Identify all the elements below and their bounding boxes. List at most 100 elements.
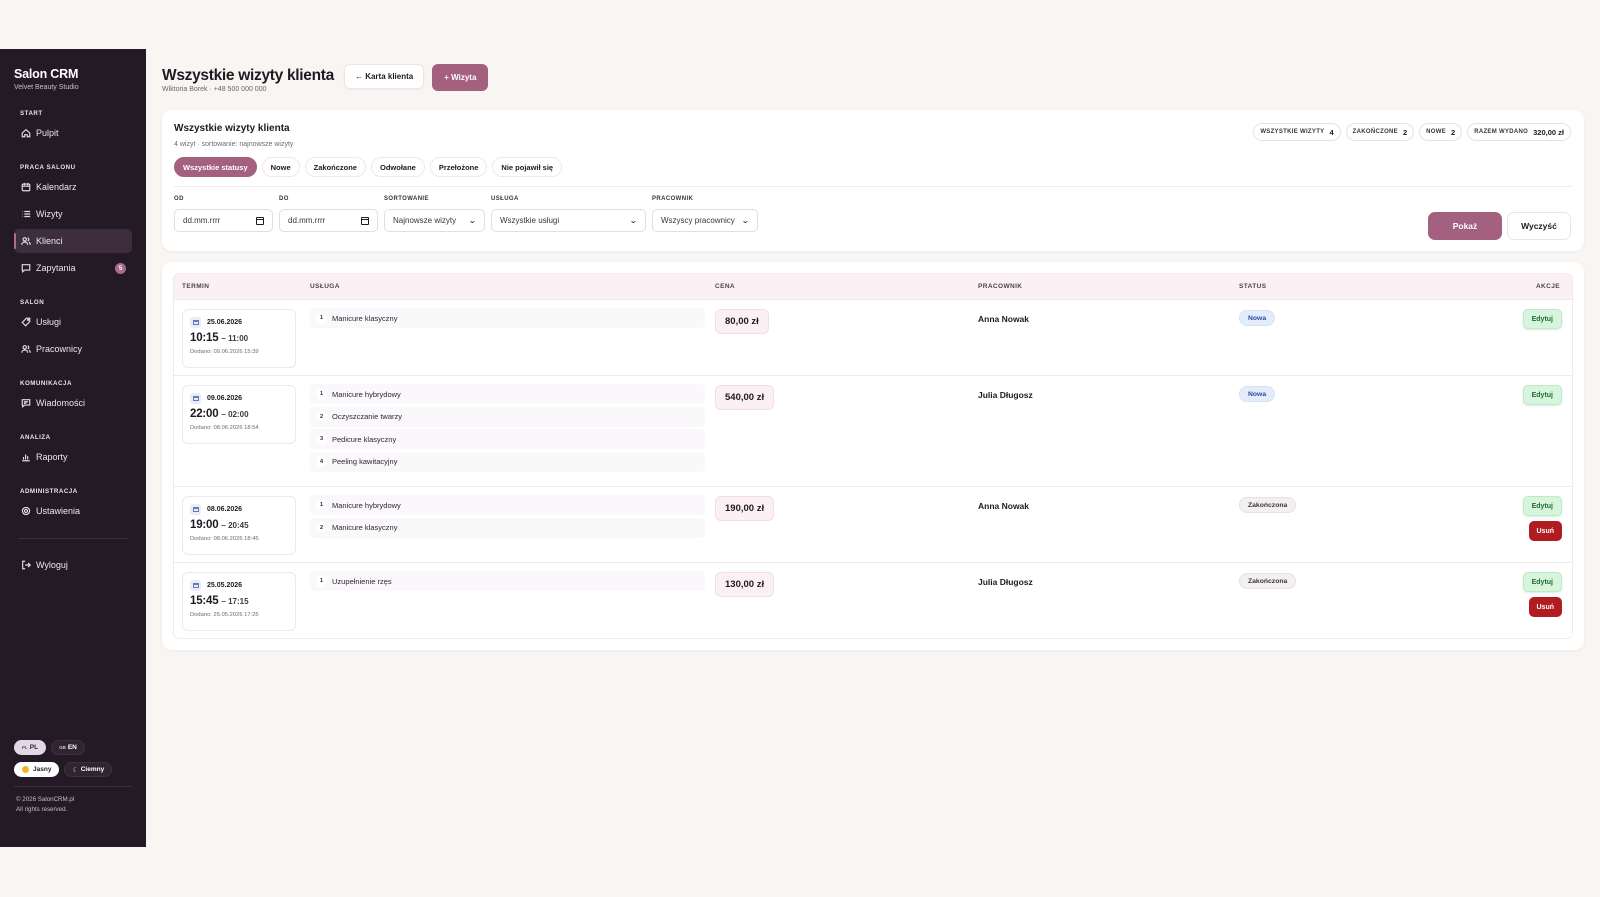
service-number: 2: [316, 411, 327, 422]
nav-section-komunikacja: KOMUNIKACJA: [20, 380, 72, 387]
visit-date: 25.06.2026: [207, 319, 243, 326]
service-item: 4 Peeling kawitacyjny: [310, 451, 705, 472]
list-icon: [20, 209, 31, 220]
sidebar-item-ustawienia[interactable]: Ustawienia: [14, 499, 132, 523]
sidebar-item-label: Klienci: [36, 236, 63, 246]
price-badge: 130,00 zł: [715, 572, 775, 597]
worker-name: Julia Długosz: [978, 390, 1033, 400]
service-number: 1: [316, 388, 327, 400]
col-status: STATUS: [1239, 283, 1267, 290]
date-to-input[interactable]: dd.mm.rrrr: [279, 209, 378, 232]
tab-all-statuses[interactable]: Wszystkie statusy: [174, 157, 257, 177]
client-info: Wiktoria Borek · +48 500 000 000: [162, 86, 267, 93]
edit-button[interactable]: Edytuj: [1522, 309, 1562, 329]
visits-table: TERMIN USŁUGA CENA PRACOWNIK STATUS AKCJ…: [173, 273, 1573, 639]
worker-select[interactable]: Wszyscy pracownicy ⌄: [652, 209, 758, 232]
service-select[interactable]: Wszystkie usługi ⌄: [491, 209, 646, 232]
brand: Salon CRM Velvet Beauty Studio: [14, 49, 132, 91]
visit-added: Dodano: 25.05.2026 17:25: [190, 612, 259, 618]
theme-dark-button[interactable]: ☾ Ciemny: [64, 762, 113, 777]
theme-light-button[interactable]: Jasny: [14, 762, 60, 777]
add-visit-button[interactable]: + Wizyta: [432, 64, 489, 91]
gear-icon: [20, 506, 31, 517]
tab-rescheduled[interactable]: Przełożone: [429, 157, 488, 177]
tab-no-show[interactable]: Nie pojawił się: [492, 157, 563, 177]
studio-name: Velvet Beauty Studio: [14, 84, 79, 91]
tab-new[interactable]: Nowe: [261, 157, 300, 177]
sidebar-item-label: Wyloguj: [36, 560, 68, 570]
edit-button[interactable]: Edytuj: [1522, 572, 1562, 592]
tag-icon: [20, 317, 31, 328]
term-card: 08.06.2026 19:00 – 20:45 Dodano: 08.06.202…: [182, 496, 296, 555]
stat-new: NOWE 2: [1419, 123, 1463, 141]
sidebar-divider: [18, 538, 128, 539]
sidebar-item-wyloguj[interactable]: Wyloguj: [14, 553, 132, 577]
stat-all-visits: WSZYSTKIE WIZYTY 4: [1253, 123, 1341, 141]
table-row: 25.05.2026 15:45 – 17:15 Dodano: 25.05.202…: [174, 562, 1572, 638]
sidebar-item-pulpit[interactable]: Pulpit: [14, 121, 132, 145]
sidebar-item-raporty[interactable]: Raporty: [14, 445, 132, 469]
visit-added: Dodano: 08.06.2026 18:45: [190, 536, 259, 542]
calendar-icon[interactable]: [361, 216, 369, 225]
chevron-down-icon: ⌄: [468, 216, 478, 225]
sidebar-item-zapytania[interactable]: Zapytania 5: [14, 256, 132, 280]
inquiries-count-badge: 5: [115, 263, 126, 274]
sidebar-item-wizyty[interactable]: Wizyty: [14, 202, 132, 226]
edit-button[interactable]: Edytuj: [1522, 385, 1562, 405]
lang-en-button[interactable]: GB EN: [51, 740, 85, 755]
sidebar-item-kalendarz[interactable]: Kalendarz: [14, 175, 132, 199]
sort-field: SORTOWANIE Najnowsze wizyty ⌄: [384, 196, 485, 232]
service-number: 2: [316, 522, 327, 533]
users-icon: [20, 236, 31, 247]
theme-light-label: Jasny: [33, 766, 52, 773]
table-row: 09.06.2026 22:00 – 02:00 Dodano: 08.06.202…: [174, 375, 1572, 486]
date-to-label: DO: [279, 196, 289, 202]
sort-select[interactable]: Najnowsze wizyty ⌄: [384, 209, 485, 232]
page-title: Wszystkie wizyty klienta: [162, 67, 334, 84]
col-usluga: USŁUGA: [310, 283, 340, 290]
stats-row: WSZYSTKIE WIZYTY 4 ZAKOŃCZONE 2 NOWE 2 RAZE…: [1253, 123, 1571, 141]
service-item: 1 Manicure hybrydowy: [310, 495, 705, 515]
col-cena: CENA: [715, 283, 736, 290]
show-button[interactable]: Pokaż: [1428, 212, 1502, 240]
calendar-icon: [190, 317, 201, 328]
status-tabs: Wszystkie statusy Nowe Zakończone Odwoła…: [174, 157, 1572, 177]
worker-field: PRACOWNIK Wszyscy pracownicy ⌄: [652, 196, 758, 232]
gb-flag-icon: GB: [59, 745, 66, 750]
sidebar-item-pracownicy[interactable]: Pracownicy: [14, 337, 132, 361]
service-item: 2 Oczyszczanie twarzy: [310, 406, 705, 427]
client-card-button[interactable]: ← Karta klienta: [343, 64, 425, 89]
term-card: 09.06.2026 22:00 – 02:00 Dodano: 08.06.202…: [182, 385, 296, 444]
status-badge: Zakończona: [1239, 573, 1297, 589]
services-list: 1 Manicure klasyczny: [310, 308, 705, 331]
service-number: 1: [316, 312, 327, 324]
clear-button[interactable]: Wyczyść: [1507, 212, 1571, 240]
service-item: 1 Manicure hybrydowy: [310, 384, 705, 404]
sidebar-item-klienci[interactable]: Klienci: [14, 229, 132, 253]
sidebar-bottom: PL PL GB EN Jasny ☾ Ciemny © 2026 SalonC…: [14, 740, 132, 815]
service-item: 2 Manicure klasyczny: [310, 517, 705, 538]
delete-button[interactable]: Usuń: [1528, 597, 1562, 617]
status-badge: Zakończona: [1239, 497, 1297, 513]
services-list: 1 Uzupełnienie rzęs: [310, 571, 705, 594]
service-name: Oczyszczanie twarzy: [332, 412, 403, 421]
calendar-icon: [190, 504, 201, 515]
delete-button[interactable]: Usuń: [1528, 521, 1562, 541]
worker-name: Anna Nowak: [978, 501, 1030, 511]
edit-button[interactable]: Edytuj: [1522, 496, 1562, 516]
tab-cancelled[interactable]: Odwołane: [370, 157, 425, 177]
calendar-icon[interactable]: [256, 216, 264, 225]
date-to-field: DO dd.mm.rrrr: [279, 196, 378, 232]
col-termin: TERMIN: [182, 283, 210, 290]
sidebar-item-uslugi[interactable]: Usługi: [14, 310, 132, 334]
chat-icon: [20, 263, 31, 274]
service-number: 4: [316, 456, 327, 467]
sidebar-item-label: Usługi: [36, 317, 62, 327]
nav-section-praca: PRACA SALONU: [20, 164, 76, 171]
lang-pl-button[interactable]: PL PL: [14, 740, 47, 755]
tab-completed[interactable]: Zakończone: [304, 157, 366, 177]
visit-date: 08.06.2026: [207, 506, 243, 513]
visit-time: 22:00 – 02:00: [190, 408, 249, 420]
date-from-input[interactable]: dd.mm.rrrr: [174, 209, 273, 232]
sidebar-item-wiadomosci[interactable]: Wiadomości: [14, 391, 132, 415]
